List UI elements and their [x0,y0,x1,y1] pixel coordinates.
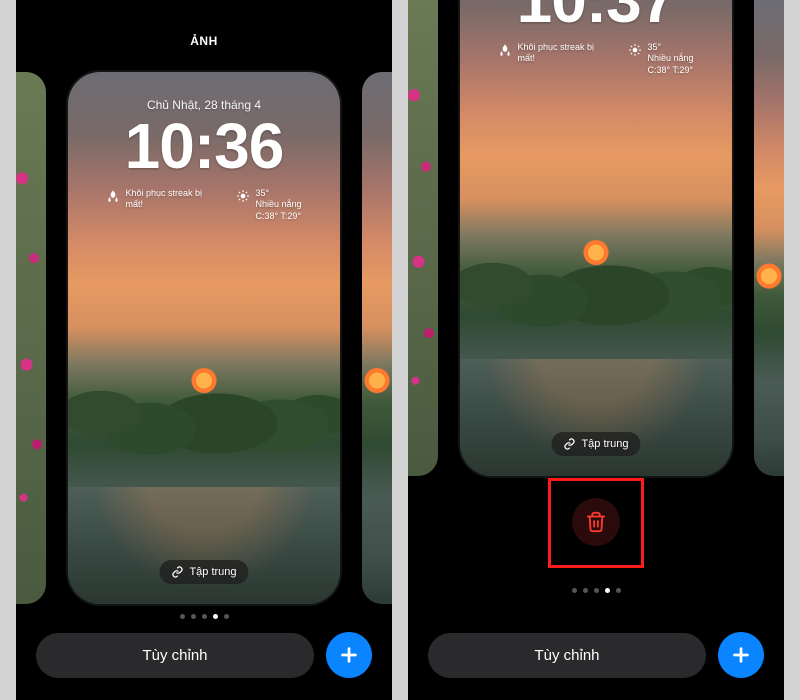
weather-cond: Nhiều nắng [255,199,301,209]
phone-right: . 10:37 Khôi phục streak bị mất! 35° Nhi… [408,0,784,700]
lockscreen-widgets: Khôi phục streak bị mất! 35° Nhiều nắng … [106,188,301,222]
page-dot [191,614,196,619]
widget-streak: Khôi phục streak bị mất! [106,188,216,211]
page-dot [180,614,185,619]
wallpaper-card[interactable]: Chủ Nhật, 28 tháng 4 10:36 Khôi phục str… [68,72,340,604]
link-icon [563,438,575,450]
lockscreen-date: Chủ Nhật, 28 tháng 4 [147,98,261,112]
lockscreen-time: 10:37 [517,0,676,32]
weather-range: C:38° T:29° [647,65,693,75]
wallpaper-peek-prev[interactable] [16,72,46,604]
page-dot [594,588,599,593]
weather-cond: Nhiều nắng [647,53,693,63]
lockscreen-overlay: . 10:37 Khôi phục streak bị mất! 35° Nhi… [460,0,732,476]
page-dot [224,614,229,619]
customize-button[interactable]: Tùy chỉnh [36,633,314,678]
add-wallpaper-button[interactable] [326,632,372,678]
page-dot-active [213,614,218,619]
wallpaper-peek-next[interactable] [362,72,392,604]
widget-streak: Khôi phục streak bị mất! [498,42,608,65]
focus-pill[interactable]: Tập trung [551,432,640,456]
bottom-toolbar: Tùy chỉnh [408,632,784,678]
plus-icon [338,644,360,666]
focus-pill[interactable]: Tập trung [159,560,248,584]
wallpaper-peek-next[interactable] [754,0,784,476]
wallpaper-peek-prev[interactable] [408,0,438,476]
page-dot [583,588,588,593]
phone-left: ẢNH Chủ Nhật, 28 tháng 4 10:36 Khôi phục… [16,0,392,700]
focus-label: Tập trung [189,566,236,578]
widget-streak-text: Khôi phục streak bị mất! [517,42,608,65]
page-dots[interactable] [408,588,784,593]
weather-temp: 35° [647,42,661,52]
trash-icon [585,511,607,533]
lockscreen-overlay: Chủ Nhật, 28 tháng 4 10:36 Khôi phục str… [68,72,340,604]
widget-weather: 35° Nhiều nắng C:38° T:29° [236,188,301,222]
sun-icon [236,189,250,203]
widget-weather: 35° Nhiều nắng C:38° T:29° [628,42,693,76]
add-wallpaper-button[interactable] [718,632,764,678]
page-dot [202,614,207,619]
bottom-toolbar: Tùy chỉnh [16,632,392,678]
widget-weather-text: 35° Nhiều nắng C:38° T:29° [647,42,693,76]
plus-icon [730,644,752,666]
gallery-section-label: ẢNH [16,34,392,48]
focus-label: Tập trung [581,438,628,450]
widget-weather-text: 35° Nhiều nắng C:38° T:29° [255,188,301,222]
delete-button-row [408,498,784,546]
page-dot [616,588,621,593]
page-dots[interactable] [16,614,392,619]
weather-range: C:38° T:29° [255,211,301,221]
sun-icon [628,43,642,57]
link-icon [171,566,183,578]
lockscreen-time: 10:36 [125,114,284,178]
widget-streak-text: Khôi phục streak bị mất! [125,188,216,211]
customize-button[interactable]: Tùy chỉnh [428,633,706,678]
weather-temp: 35° [255,188,269,198]
page-dot-active [605,588,610,593]
duolingo-icon [106,189,120,203]
delete-wallpaper-button[interactable] [572,498,620,546]
lockscreen-widgets: Khôi phục streak bị mất! 35° Nhiều nắng … [498,42,693,76]
wallpaper-card[interactable]: . 10:37 Khôi phục streak bị mất! 35° Nhi… [460,0,732,476]
page-dot [572,588,577,593]
duolingo-icon [498,43,512,57]
